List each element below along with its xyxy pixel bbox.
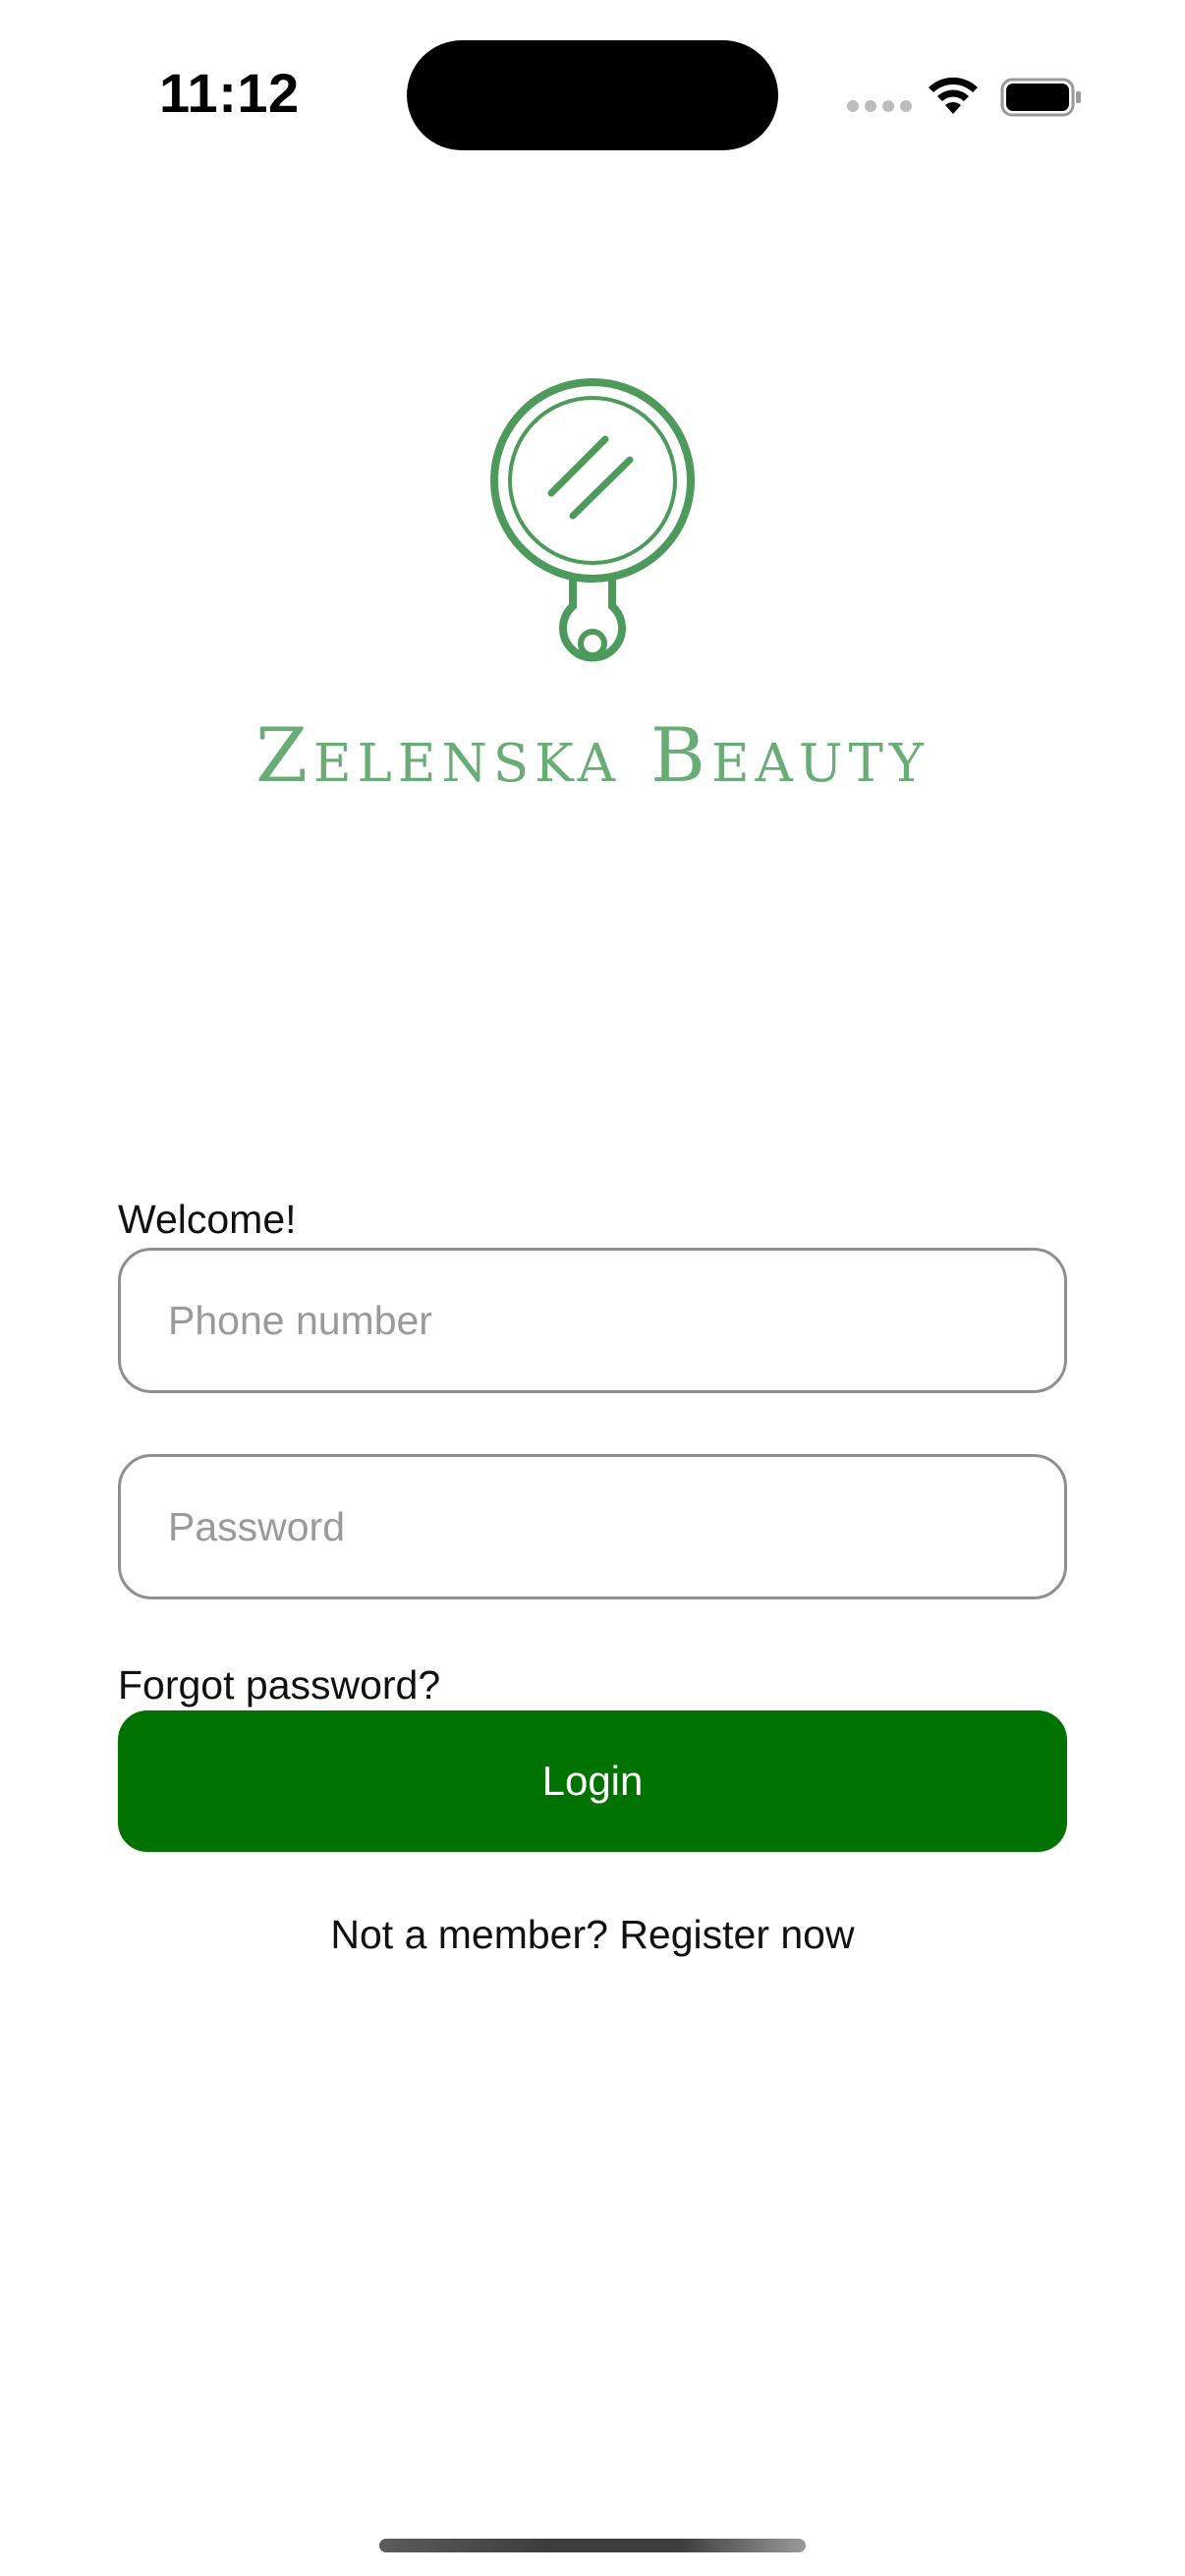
login-button[interactable]: Login [118,1710,1067,1852]
password-field[interactable] [118,1454,1067,1599]
forgot-password-link[interactable]: Forgot password? [118,1662,440,1708]
brand-name: Zelenska Beauty [255,711,930,799]
password-input[interactable] [168,1457,1013,1596]
register-link[interactable]: Not a member? Register now [0,1912,1185,1958]
dynamic-island [407,40,778,150]
home-indicator[interactable] [379,2539,806,2552]
welcome-label: Welcome! [118,1197,297,1242]
phone-input[interactable] [168,1251,1013,1390]
hand-mirror-icon [490,378,695,662]
wifi-icon [929,77,978,114]
cellular-signal-icon [847,100,912,112]
status-time: 11:12 [159,62,300,124]
phone-field[interactable] [118,1248,1067,1393]
battery-icon [1000,78,1081,117]
